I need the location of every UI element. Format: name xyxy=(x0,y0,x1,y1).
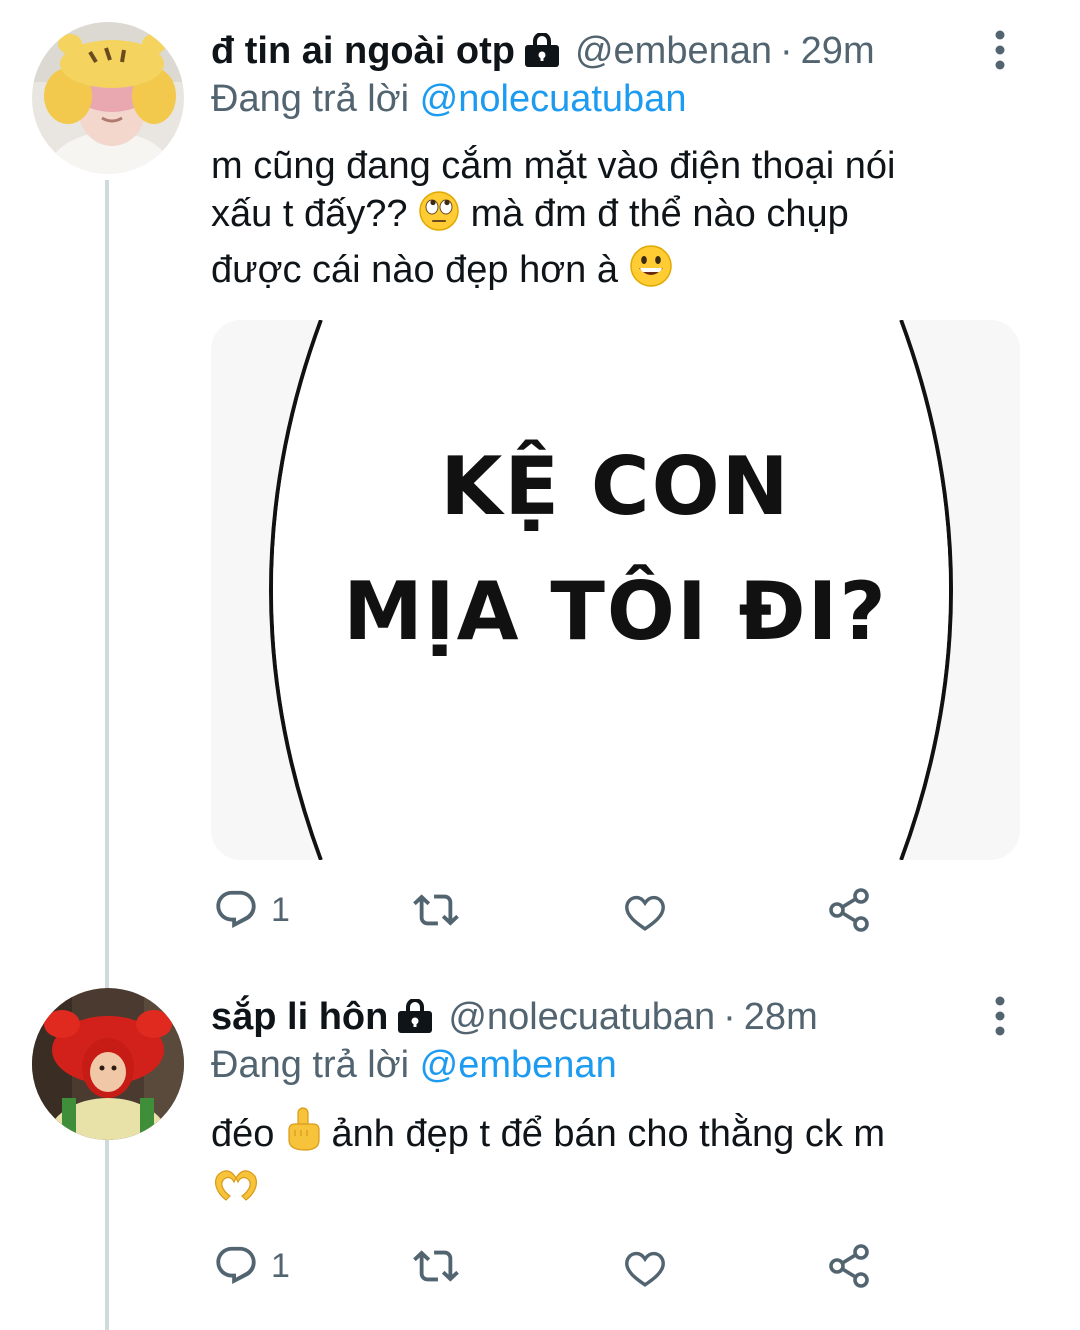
tweet-text-line xyxy=(211,1164,1021,1218)
tweet[interactable]: đ tin ai ngoài otp @embenan · 29m Đang t… xyxy=(0,0,1080,960)
avatar[interactable] xyxy=(32,22,184,174)
replying-to-label: Đang trả lời xyxy=(211,1044,410,1086)
retweet-icon xyxy=(413,894,459,926)
display-name[interactable]: đ tin ai ngoài otp xyxy=(211,28,515,74)
share-button[interactable] xyxy=(825,1236,873,1296)
mention-link[interactable]: @nolecuatuban xyxy=(420,78,687,120)
replying-to: Đang trả lời @nolecuatuban xyxy=(211,76,686,122)
replying-to-label: Đang trả lời xyxy=(211,78,410,120)
separator-dot: · xyxy=(780,30,793,72)
rolling-eyes-emoji-icon xyxy=(418,190,460,244)
avatar[interactable] xyxy=(32,988,184,1140)
reply-button[interactable]: 1 xyxy=(213,1236,290,1296)
avatar-image xyxy=(32,22,184,174)
tweet-text: đéo ảnh đẹp t để bán cho thằng ck m xyxy=(211,1106,1021,1218)
heart-icon xyxy=(625,1251,665,1287)
tweet-text-line: m cũng đang cắm mặt vào điện thoại nói xyxy=(211,145,896,187)
avatar-image xyxy=(32,988,184,1140)
media-caption-line: MỊA TÔI ĐI? xyxy=(343,565,888,658)
tweet-actions: 1 xyxy=(211,1236,911,1296)
share-icon xyxy=(829,1244,869,1288)
text-segment: mà đm đ thể nào chụp xyxy=(470,193,849,235)
text-segment: được cái nào đẹp hơn à xyxy=(211,249,618,291)
lock-icon xyxy=(396,998,434,1044)
retweet-button[interactable] xyxy=(411,1236,461,1296)
tweet-text: m cũng đang cắm mặt vào điện thoại nói x… xyxy=(211,142,1021,300)
tweet-text-line: đéo ảnh đẹp t để bán cho thằng ck m xyxy=(211,1106,1021,1164)
separator-dot: · xyxy=(723,996,736,1038)
tweet-header: đ tin ai ngoài otp @embenan · 29m xyxy=(211,28,990,74)
grinning-face-emoji-icon xyxy=(629,244,673,300)
tweet-text-line: xấu t đấy?? mà đm đ thể nào chụp xyxy=(211,190,1021,244)
replying-to: Đang trả lời @embenan xyxy=(211,1042,617,1088)
heart-icon xyxy=(625,895,665,931)
handle[interactable]: @nolecuatuban xyxy=(448,994,715,1040)
tweet[interactable]: sắp li hôn @nolecuatuban · 28m Đang trả … xyxy=(0,960,1080,1330)
media-caption-line: KỆ CON xyxy=(440,440,791,533)
reply-icon xyxy=(216,1246,256,1285)
reply-icon xyxy=(216,890,256,929)
timestamp[interactable]: 28m xyxy=(744,994,818,1040)
retweet-icon xyxy=(413,1250,459,1282)
lock-icon xyxy=(523,32,561,78)
tweet-text-line: được cái nào đẹp hơn à xyxy=(211,244,1021,300)
share-button[interactable] xyxy=(825,880,873,940)
tweet-media-image[interactable]: KỆ CON MỊA TÔI ĐI? xyxy=(211,320,1020,860)
more-options-icon[interactable] xyxy=(990,30,1010,75)
text-segment: xấu t đấy?? xyxy=(211,193,408,235)
handle[interactable]: @embenan xyxy=(575,28,772,74)
heart-hands-emoji-icon xyxy=(211,1166,261,1218)
retweet-button[interactable] xyxy=(411,880,461,940)
tweet-header: sắp li hôn @nolecuatuban · 28m xyxy=(211,994,990,1040)
reply-button[interactable]: 1 xyxy=(213,880,290,940)
more-options-icon[interactable] xyxy=(990,996,1010,1041)
middle-finger-emoji-icon xyxy=(285,1106,321,1164)
text-segment: đéo xyxy=(211,1113,275,1155)
like-button[interactable] xyxy=(621,1236,669,1296)
display-name[interactable]: sắp li hôn xyxy=(211,994,388,1040)
reply-count: 1 xyxy=(271,1246,290,1285)
text-segment: ảnh đẹp t để bán cho thằng ck m xyxy=(331,1113,886,1155)
reply-count: 1 xyxy=(271,890,290,929)
share-icon xyxy=(829,888,869,932)
like-button[interactable] xyxy=(621,880,669,940)
tweet-actions: 1 xyxy=(211,880,911,940)
mention-link[interactable]: @embenan xyxy=(420,1044,617,1086)
timestamp[interactable]: 29m xyxy=(801,28,875,74)
